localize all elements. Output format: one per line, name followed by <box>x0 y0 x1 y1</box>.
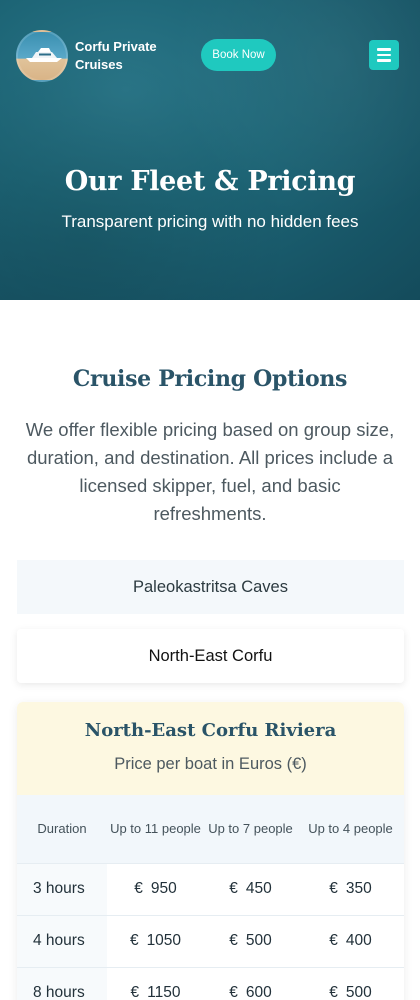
brand-line-2: Cruises <box>75 57 123 72</box>
euro-symbol: € <box>329 880 338 897</box>
duration-cell: 3 hours <box>17 863 107 916</box>
pricing-card: North-East Corfu Riviera Price per boat … <box>17 702 404 1000</box>
euro-symbol: € <box>229 984 238 1000</box>
price-value: 350 <box>345 880 372 897</box>
price-cell: €500 <box>204 915 297 968</box>
table-row: 3 hours €950 €450 €350 <box>17 863 404 916</box>
euro-symbol: € <box>229 932 238 949</box>
price-cell: €1150 <box>107 967 204 1000</box>
price-cell: €400 <box>297 915 404 968</box>
column-header-4-people: Up to 4 people <box>297 795 404 864</box>
duration-cell: 8 hours <box>17 967 107 1000</box>
book-now-button[interactable]: Book Now <box>201 39 276 71</box>
price-cell: €500 <box>297 967 404 1000</box>
section-title: Cruise Pricing Options <box>72 366 348 392</box>
price-table: Duration Up to 11 people Up to 7 people … <box>17 795 404 1000</box>
hamburger-icon-bar-2 <box>377 53 391 57</box>
page-title: Our Fleet & Pricing <box>64 166 356 197</box>
euro-symbol: € <box>134 880 143 897</box>
price-value: 400 <box>345 932 372 949</box>
menu-button[interactable] <box>369 40 399 70</box>
column-header-duration: Duration <box>17 795 107 864</box>
price-value: 600 <box>245 984 272 1000</box>
hero-section: Corfu Private Cruises Book Now Our Fleet… <box>0 0 420 300</box>
euro-symbol: € <box>229 880 238 897</box>
euro-symbol: € <box>329 932 338 949</box>
euro-symbol: € <box>129 932 139 949</box>
price-cell: €450 <box>204 863 297 916</box>
table-row: 8 hours €1150 €600 €500 <box>17 967 404 1000</box>
column-header-7-people: Up to 7 people <box>204 795 297 864</box>
price-cell: €600 <box>204 967 297 1000</box>
price-value: 950 <box>150 880 177 897</box>
price-value: 450 <box>245 880 272 897</box>
column-header-11-people: Up to 11 people <box>107 795 204 864</box>
pricing-card-subtitle: Price per boat in Euros (€) <box>114 755 307 773</box>
logo[interactable] <box>16 30 68 82</box>
brand-name[interactable]: Corfu Private Cruises <box>75 38 185 74</box>
section-description: We offer flexible pricing based on group… <box>25 419 395 524</box>
hamburger-icon-bar-1 <box>377 48 391 51</box>
euro-symbol: € <box>329 984 338 1000</box>
tab-paleokastritsa-caves[interactable]: Paleokastritsa Caves <box>17 560 404 614</box>
tab-north-east-corfu[interactable]: North-East Corfu <box>17 629 404 683</box>
pricing-card-title: North-East Corfu Riviera <box>84 720 337 741</box>
price-cell: €1050 <box>107 915 204 968</box>
brand-line-1: Corfu Private <box>75 39 157 54</box>
table-row: 4 hours €1050 €500 €400 <box>17 915 404 968</box>
duration-cell: 4 hours <box>17 915 107 968</box>
price-value: 1150 <box>147 984 181 1000</box>
yacht-icon <box>26 48 62 62</box>
hamburger-icon-bar-3 <box>377 59 391 62</box>
price-value: 1050 <box>146 932 182 949</box>
euro-symbol: € <box>130 984 140 1000</box>
price-cell: €950 <box>107 863 204 916</box>
price-value: 500 <box>345 984 372 1000</box>
page-subtitle: Transparent pricing with no hidden fees <box>61 212 359 231</box>
price-value: 500 <box>245 932 272 949</box>
table-header-row: Duration Up to 11 people Up to 7 people … <box>17 795 404 864</box>
pricing-card-header: North-East Corfu Riviera Price per boat … <box>17 702 404 795</box>
price-cell: €350 <box>297 863 404 916</box>
